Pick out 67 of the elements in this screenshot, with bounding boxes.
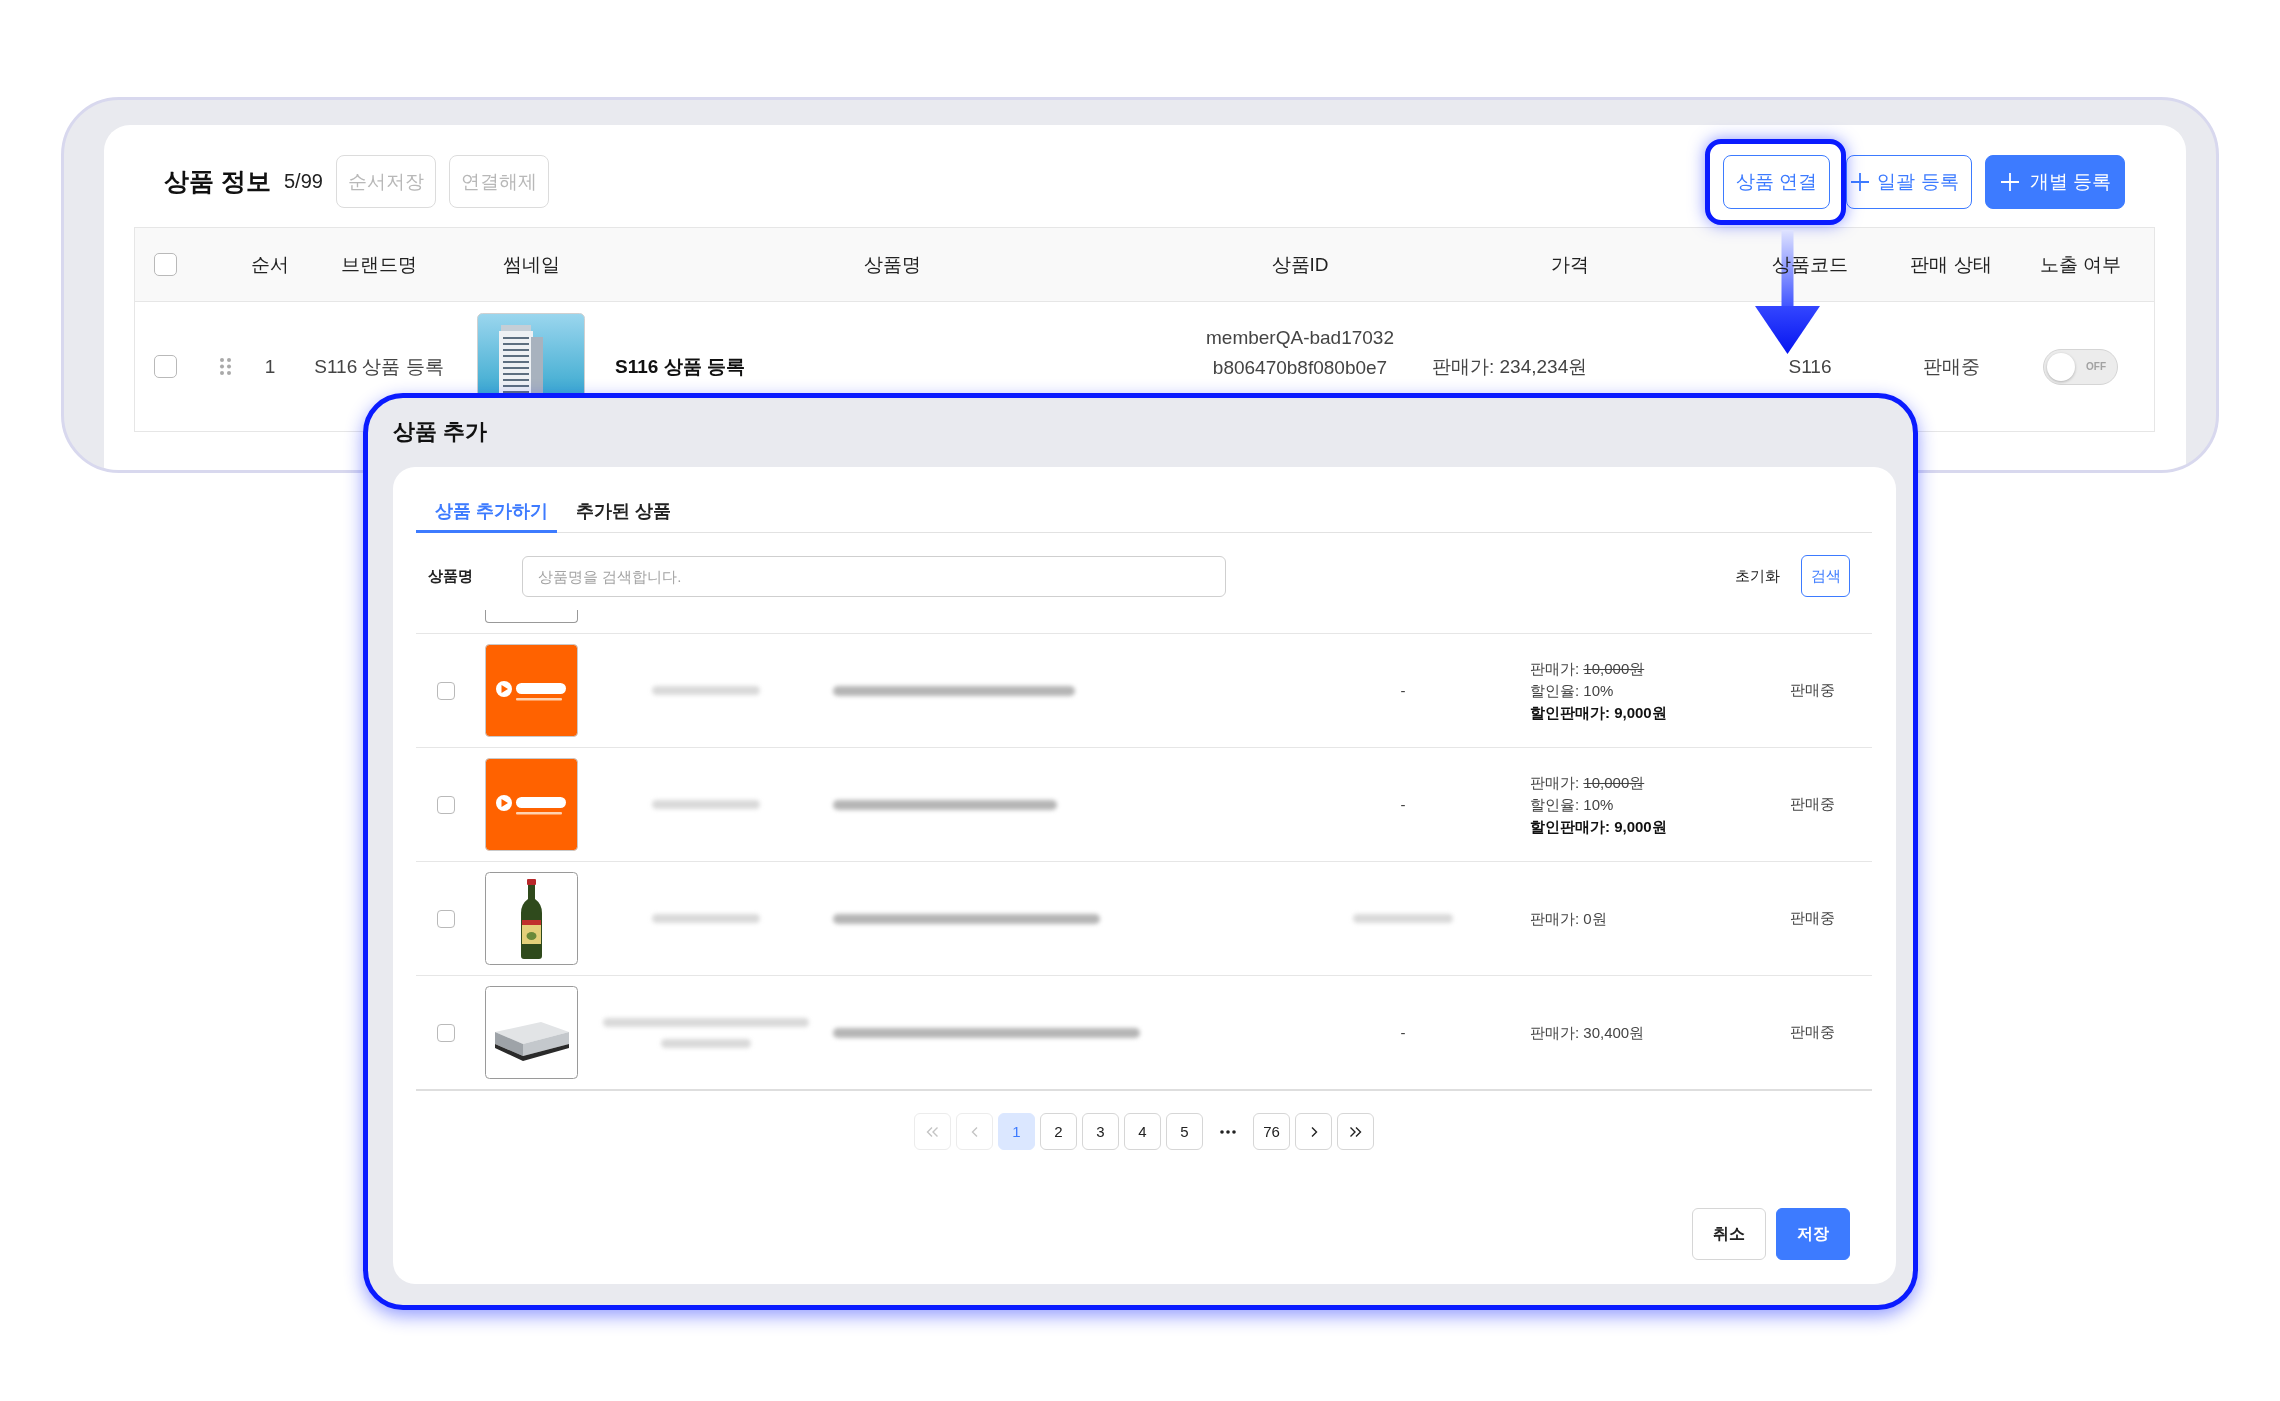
page-button[interactable]: 3: [1082, 1113, 1119, 1150]
price-line: 할인판매가: 9,000원: [1530, 816, 1667, 837]
price-line: 판매가: 0원: [1530, 908, 1607, 929]
double-chevron-left-icon: [926, 1125, 939, 1138]
chevron-right-icon: [1309, 1125, 1318, 1138]
product-code: -: [1400, 1024, 1406, 1041]
page-button[interactable]: 4: [1124, 1113, 1161, 1150]
add-product-button[interactable]: 개별 등록: [1984, 154, 2125, 209]
product-name: S116 상품 등록: [615, 354, 745, 379]
checkbox[interactable]: [437, 909, 455, 928]
double-chevron-right-icon: [1349, 1125, 1362, 1138]
page-button[interactable]: 76: [1253, 1113, 1290, 1150]
search-field[interactable]: 상품명을 검색합니다.: [522, 555, 1226, 597]
product-code: -: [1400, 796, 1406, 813]
price-line: 할인율: 10%: [1530, 794, 1614, 815]
tab[interactable]: 상품 추가하기: [416, 487, 557, 533]
price-line: 할인판매가: 9,000원: [1530, 702, 1667, 723]
save-button[interactable]: 저장: [1776, 1208, 1850, 1260]
search-label: 상품명: [428, 566, 474, 586]
brand-name: S116 상품 등록: [314, 354, 444, 379]
checkbox[interactable]: [153, 355, 177, 378]
product-id: memberQA-bad17032 b806470b8f080b0e7: [1206, 325, 1394, 380]
sale-status: 판매중: [1789, 795, 1835, 814]
column-header: 판매 상태: [1910, 252, 1992, 277]
search-button[interactable]: 검색: [1801, 555, 1850, 597]
page-button[interactable]: 5: [1166, 1113, 1203, 1150]
cancel-button[interactable]: 취소: [1692, 1208, 1766, 1260]
price-line: 판매가: 10,000원: [1530, 772, 1645, 793]
column-header: 브랜드명: [341, 252, 417, 277]
column-header: 상품ID: [1271, 252, 1329, 277]
column-header: 상품코드: [1772, 252, 1848, 277]
next-page-button[interactable]: [1295, 1113, 1332, 1150]
column-header: 가격: [1551, 252, 1589, 277]
price-line: 판매가: 10,000원: [1530, 658, 1645, 679]
last-page-button[interactable]: [1337, 1113, 1374, 1150]
visibility-toggle[interactable]: OFF: [2043, 348, 2118, 385]
link-product-button[interactable]: 상품 연결: [1723, 154, 1831, 209]
reset-button[interactable]: 초기화: [1735, 566, 1780, 586]
checkbox[interactable]: [437, 681, 455, 700]
column-header: 순서: [251, 252, 289, 277]
column-header: 썸네일: [502, 252, 560, 277]
bulk-add-button[interactable]: 일괄 등록: [1846, 154, 1972, 209]
plus-icon: [2000, 172, 2019, 191]
checkbox[interactable]: [437, 795, 455, 814]
drag-handle-icon[interactable]: [218, 357, 232, 376]
page-button[interactable]: 1: [998, 1113, 1035, 1150]
page-button[interactable]: 2: [1040, 1113, 1077, 1150]
sale-status: 판매중: [1789, 681, 1835, 700]
order-number: 1: [264, 355, 276, 378]
column-header: 상품명: [863, 252, 921, 277]
product-code: S116: [1788, 355, 1832, 378]
section-title: 상품 정보: [164, 166, 271, 197]
sale-status: 판매중: [1789, 909, 1835, 928]
sale-status: 판매중: [1922, 354, 1980, 379]
price-line: 판매가: 30,400원: [1530, 1022, 1645, 1043]
select-all-checkbox[interactable]: [153, 253, 177, 276]
price-text: 판매가: 234,234원: [1432, 354, 1588, 379]
product-code: -: [1400, 682, 1406, 699]
item-count: 5/99: [283, 170, 323, 193]
tab[interactable]: 추가된 상품: [557, 487, 681, 533]
plus-icon: [1851, 172, 1870, 191]
price-line: 할인율: 10%: [1530, 680, 1614, 701]
chevron-left-icon: [970, 1125, 979, 1138]
checkbox[interactable]: [437, 1023, 455, 1042]
column-header: 노출 여부: [2039, 252, 2122, 277]
modal-title: 상품 추가: [393, 418, 489, 446]
sale-status: 판매중: [1789, 1023, 1835, 1042]
